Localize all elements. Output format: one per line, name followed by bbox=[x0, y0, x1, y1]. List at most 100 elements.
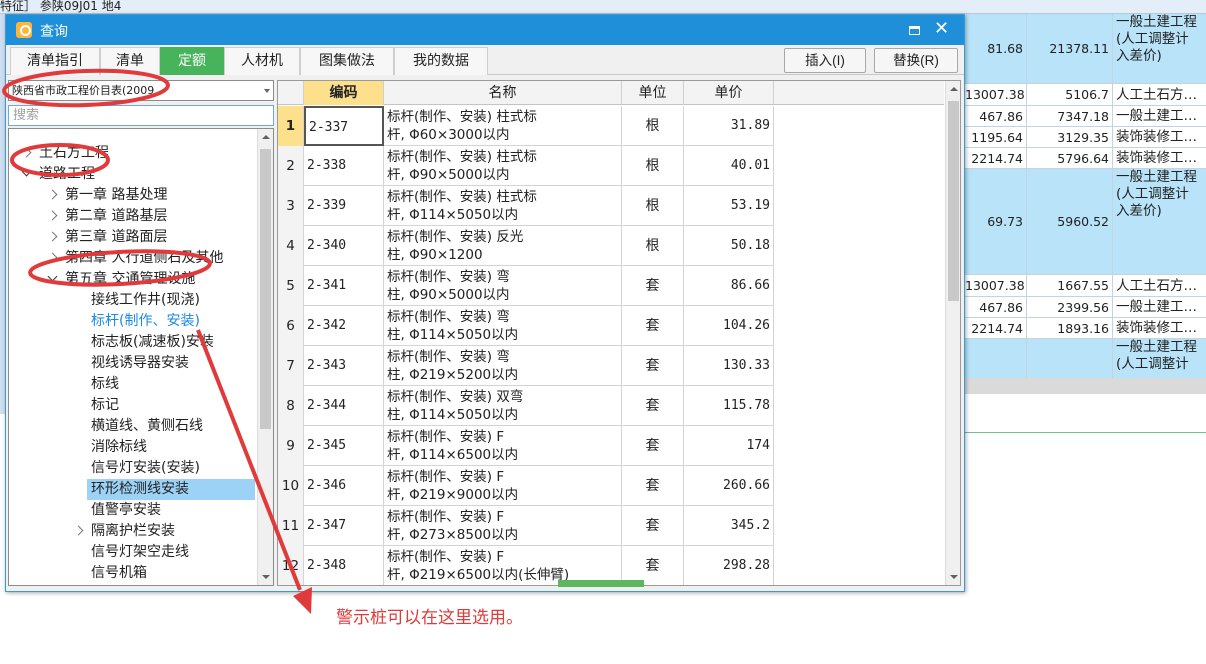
cell-unit[interactable]: 根 bbox=[622, 106, 684, 146]
cell-price[interactable]: 345.2 bbox=[684, 506, 774, 546]
table-row[interactable]: 11 2-347 标杆(制作、安装) F 杆, Φ273×8500以内 套 345.2 bbox=[278, 506, 774, 546]
cell-unit[interactable]: 套 bbox=[622, 266, 684, 306]
header-name[interactable]: 名称 bbox=[384, 81, 622, 105]
cell-price[interactable]: 115.78 bbox=[684, 386, 774, 426]
maximize-icon[interactable] bbox=[909, 26, 920, 35]
cell-price[interactable]: 86.66 bbox=[684, 266, 774, 306]
cell-price[interactable]: 31.89 bbox=[684, 106, 774, 146]
dialog-titlebar[interactable]: 查询 ✕ bbox=[6, 15, 964, 45]
cell-price[interactable]: 174 bbox=[684, 426, 774, 466]
tab-2[interactable]: 定额 bbox=[160, 47, 224, 75]
cell-name[interactable]: 标杆(制作、安装) 柱式标 杆, Φ114×5050以内 bbox=[384, 186, 622, 226]
cell-code[interactable]: 2-342 bbox=[304, 306, 384, 346]
tree-item[interactable]: 横道线、黄侧石线 bbox=[91, 416, 203, 437]
table-row[interactable]: 1 2-337 标杆(制作、安装) 柱式标 杆, Φ60×3000以内根 31.89 bbox=[278, 106, 774, 146]
table-scroll-thumb[interactable] bbox=[948, 101, 959, 301]
row-index[interactable]: 5 bbox=[278, 266, 304, 306]
tab-5[interactable]: 我的数据 bbox=[394, 47, 488, 75]
cell-code[interactable]: 2-346 bbox=[304, 466, 384, 506]
tree-scroll-thumb[interactable] bbox=[260, 149, 271, 429]
tree-item[interactable]: 信号灯架 bbox=[91, 584, 147, 585]
cell-code[interactable]: 2-348 bbox=[304, 546, 384, 585]
cell-name[interactable]: 标杆(制作、安装) F 杆, Φ114×6500以内 bbox=[384, 426, 622, 466]
cell-name[interactable]: 标杆(制作、安装) 反光 柱, Φ90×1200 bbox=[384, 226, 622, 266]
scroll-up-icon[interactable] bbox=[258, 129, 273, 145]
tree-item[interactable]: 环形检测线安装 bbox=[87, 479, 255, 500]
tree-item[interactable]: 隔离护栏安装 bbox=[91, 521, 175, 542]
tree-item[interactable]: 信号灯架空走线 bbox=[91, 542, 189, 563]
tree-item[interactable]: 信号灯安装(安装) bbox=[91, 458, 200, 479]
cell-price[interactable]: 298.28 bbox=[684, 546, 774, 585]
tree-scrollbar[interactable] bbox=[257, 129, 273, 585]
tree-item[interactable]: 标记 bbox=[91, 395, 119, 416]
cell-name[interactable]: 标杆(制作、安装) 弯柱, Φ219×5200以内 bbox=[384, 346, 622, 386]
cell-code[interactable]: 2-345 bbox=[304, 426, 384, 466]
cell-code[interactable]: 2-337 bbox=[304, 106, 384, 146]
cell-name[interactable]: 标杆(制作、安装) F 杆, Φ219×9000以内 bbox=[384, 466, 622, 506]
cell-name[interactable]: 标杆(制作、安装) 双弯 柱, Φ114×5050以内 bbox=[384, 386, 622, 426]
table-row[interactable]: 7 2-343 标杆(制作、安装) 弯柱, Φ219×5200以内套 130.33 bbox=[278, 346, 774, 386]
tree-item[interactable]: 消除标线 bbox=[91, 437, 147, 458]
cell-unit[interactable]: 套 bbox=[622, 306, 684, 346]
tab-0[interactable]: 清单指引 bbox=[10, 47, 100, 75]
row-index[interactable]: 2 bbox=[278, 146, 304, 186]
table-row[interactable]: 3 2-339 标杆(制作、安装) 柱式标 杆, Φ114×5050以内根 53.19 bbox=[278, 186, 774, 226]
header-price[interactable]: 单价 bbox=[684, 81, 774, 105]
tab-3[interactable]: 人材机 bbox=[224, 47, 300, 75]
tree-expand-icon[interactable] bbox=[21, 143, 33, 164]
table-scrollbar[interactable] bbox=[945, 81, 960, 585]
cell-code[interactable]: 2-347 bbox=[304, 506, 384, 546]
cell-name[interactable]: 标杆(制作、安装) 弯柱, Φ114×5050以内 bbox=[384, 306, 622, 346]
insert-button[interactable]: 插入(I) bbox=[784, 48, 866, 73]
table-row[interactable]: 5 2-341 标杆(制作、安装) 弯柱, Φ90×5000以内套 86.66 bbox=[278, 266, 774, 306]
cell-code[interactable]: 2-339 bbox=[304, 186, 384, 226]
tree-item[interactable]: 接线工作井(现浇) bbox=[91, 290, 200, 311]
tree-item[interactable]: 第二章 道路基层 bbox=[65, 206, 167, 227]
cell-price[interactable]: 104.26 bbox=[684, 306, 774, 346]
tab-1[interactable]: 清单 bbox=[100, 47, 160, 75]
row-index[interactable]: 6 bbox=[278, 306, 304, 346]
table-row[interactable]: 12 2-348 标杆(制作、安装) F 杆, Φ219×6500以内(长伸臂) 套 29… bbox=[278, 546, 774, 585]
search-input[interactable] bbox=[8, 105, 274, 126]
tree-item[interactable]: 第一章 路基处理 bbox=[65, 185, 167, 206]
row-index[interactable]: 8 bbox=[278, 386, 304, 426]
tree-collapse-icon[interactable] bbox=[47, 269, 59, 290]
row-index[interactable]: 3 bbox=[278, 186, 304, 226]
scroll-down-icon[interactable] bbox=[946, 569, 960, 585]
row-index[interactable]: 9 bbox=[278, 426, 304, 466]
tree-item[interactable]: 视线诱导器安装 bbox=[91, 353, 189, 374]
cell-unit[interactable]: 根 bbox=[622, 226, 684, 266]
table-row[interactable]: 6 2-342 标杆(制作、安装) 弯柱, Φ114×5050以内套 104.26 bbox=[278, 306, 774, 346]
row-index[interactable]: 4 bbox=[278, 226, 304, 266]
cell-unit[interactable]: 根 bbox=[622, 186, 684, 226]
cell-name[interactable]: 标杆(制作、安装) 弯柱, Φ90×5000以内 bbox=[384, 266, 622, 306]
table-row[interactable]: 2 2-338 标杆(制作、安装) 柱式标 杆, Φ90×5000以内根 40.01 bbox=[278, 146, 774, 186]
tree-expand-icon[interactable] bbox=[47, 206, 59, 227]
panel-resize-grip[interactable] bbox=[558, 580, 644, 587]
cell-price[interactable]: 40.01 bbox=[684, 146, 774, 186]
cell-unit[interactable]: 套 bbox=[622, 466, 684, 506]
cell-name[interactable]: 标杆(制作、安装) 柱式标 杆, Φ60×3000以内 bbox=[384, 106, 622, 146]
tree-expand-icon[interactable] bbox=[73, 521, 85, 542]
cell-price[interactable]: 53.19 bbox=[684, 186, 774, 226]
row-index[interactable]: 12 bbox=[278, 546, 304, 585]
cell-unit[interactable]: 套 bbox=[622, 506, 684, 546]
row-index[interactable]: 11 bbox=[278, 506, 304, 546]
chevron-down-icon[interactable] bbox=[264, 89, 270, 93]
tree-item[interactable]: 信号机箱 bbox=[91, 563, 147, 584]
cell-name[interactable]: 标杆(制作、安装) 柱式标 杆, Φ90×5000以内 bbox=[384, 146, 622, 186]
close-icon[interactable]: ✕ bbox=[934, 19, 949, 39]
header-unit[interactable]: 单位 bbox=[622, 81, 684, 105]
tab-4[interactable]: 图集做法 bbox=[300, 47, 394, 75]
cell-price[interactable]: 130.33 bbox=[684, 346, 774, 386]
tree-expand-icon[interactable] bbox=[47, 185, 59, 206]
tree-item[interactable]: 第四章 人行道侧石及其他 bbox=[65, 248, 223, 269]
table-row[interactable]: 8 2-344 标杆(制作、安装) 双弯 柱, Φ114×5050以内套 115.78 bbox=[278, 386, 774, 426]
tree-item[interactable]: 标杆(制作、安装) bbox=[91, 311, 200, 332]
cell-unit[interactable]: 套 bbox=[622, 346, 684, 386]
tree-item[interactable]: 土石方工程 bbox=[39, 143, 109, 164]
table-row[interactable]: 4 2-340 标杆(制作、安装) 反光 柱, Φ90×1200 根 50.18 bbox=[278, 226, 774, 266]
cell-code[interactable]: 2-340 bbox=[304, 226, 384, 266]
cell-price[interactable]: 50.18 bbox=[684, 226, 774, 266]
cell-price[interactable]: 260.66 bbox=[684, 466, 774, 506]
